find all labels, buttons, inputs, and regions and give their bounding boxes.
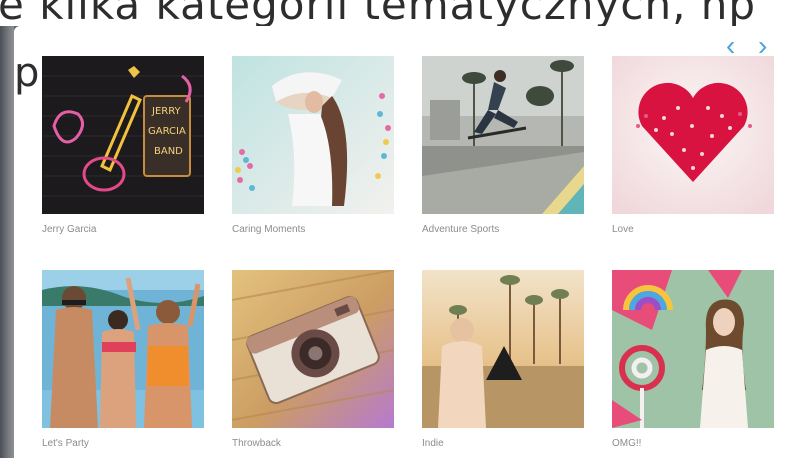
category-tile-jerry-garcia[interactable]: JERRY GARCIA BAND Jerry Garcia <box>42 56 204 235</box>
category-thumbnail[interactable] <box>232 270 394 428</box>
dialog-shadow-edge <box>0 26 14 458</box>
category-tile-indie[interactable]: Indie <box>422 270 584 449</box>
background-article-letter: p <box>14 50 40 96</box>
theme-category-panel: p ‹ › JERRY GARCIA BAND Jerry Garcia Car… <box>14 26 793 458</box>
category-thumbnail[interactable] <box>612 56 774 214</box>
category-tile-throwback[interactable]: Throwback <box>232 270 394 449</box>
category-tile-lets-party[interactable]: Let's Party <box>42 270 204 449</box>
category-thumbnail[interactable] <box>612 270 774 428</box>
category-label: Jerry Garcia <box>42 224 97 235</box>
category-label: Indie <box>422 438 444 449</box>
svg-text:JERRY: JERRY <box>151 106 182 117</box>
category-thumbnail[interactable]: JERRY GARCIA BAND <box>42 56 204 214</box>
svg-text:BAND: BAND <box>154 146 183 157</box>
category-thumbnail[interactable] <box>232 56 394 214</box>
category-label: Adventure Sports <box>422 224 500 235</box>
category-label: OMG!! <box>612 438 642 449</box>
category-label: Caring Moments <box>232 224 306 235</box>
category-thumbnail[interactable] <box>422 270 584 428</box>
category-thumbnail[interactable] <box>42 270 204 428</box>
background-article-strip: e kilka kategorii tematycznych, np <box>0 0 793 26</box>
category-label: Let's Party <box>42 438 89 449</box>
category-label: Love <box>612 224 634 235</box>
background-article-text: e kilka kategorii tematycznych, np <box>0 0 757 26</box>
category-tile-omg[interactable]: OMG!! <box>612 270 774 449</box>
category-thumbnail[interactable] <box>422 56 584 214</box>
category-label: Throwback <box>232 438 281 449</box>
svg-text:GARCIA: GARCIA <box>148 126 186 137</box>
category-tile-love[interactable]: Love <box>612 56 774 235</box>
category-tile-caring-moments[interactable]: Caring Moments <box>232 56 394 235</box>
category-tile-adventure-sports[interactable]: Adventure Sports <box>422 56 584 235</box>
